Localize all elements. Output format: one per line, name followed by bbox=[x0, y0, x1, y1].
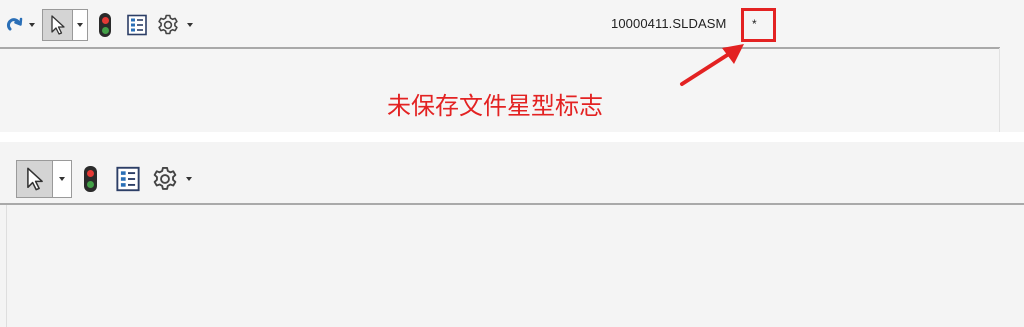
panel-gap bbox=[0, 132, 1024, 142]
rebuild-button[interactable] bbox=[88, 10, 122, 40]
select-arrow-icon bbox=[26, 167, 43, 191]
left-edge-line bbox=[6, 205, 7, 327]
options-list-icon bbox=[127, 14, 147, 36]
options-dropdown[interactable] bbox=[184, 10, 196, 40]
select-dropdown[interactable] bbox=[73, 10, 87, 40]
redo-icon bbox=[6, 17, 23, 31]
select-dropdown[interactable] bbox=[53, 161, 71, 197]
highlight-box bbox=[741, 8, 776, 42]
toolbar-bottom bbox=[16, 160, 196, 198]
chevron-down-icon bbox=[186, 177, 192, 181]
traffic-light-icon bbox=[83, 166, 97, 192]
file-properties-button[interactable] bbox=[122, 10, 152, 40]
toolbar-divider-top bbox=[0, 47, 1000, 49]
options-list-icon bbox=[116, 166, 140, 192]
document-title: 10000411.SLDASM bbox=[611, 16, 727, 31]
chevron-down-icon bbox=[77, 23, 83, 27]
annotation-arrow bbox=[680, 44, 744, 86]
select-button[interactable] bbox=[43, 10, 73, 40]
right-edge-line bbox=[999, 48, 1000, 132]
select-tool-group bbox=[16, 160, 72, 198]
redo-button[interactable] bbox=[4, 10, 26, 40]
toolbar-divider-bottom bbox=[0, 203, 1024, 205]
rebuild-button[interactable] bbox=[72, 161, 108, 197]
chevron-down-icon bbox=[187, 23, 193, 27]
gear-icon bbox=[158, 14, 178, 35]
redo-dropdown[interactable] bbox=[26, 10, 38, 40]
traffic-light-icon bbox=[99, 13, 111, 37]
toolbar-top bbox=[4, 8, 196, 42]
gear-icon bbox=[153, 166, 177, 190]
file-properties-button[interactable] bbox=[108, 161, 148, 197]
options-button[interactable] bbox=[148, 161, 182, 197]
select-arrow-icon bbox=[50, 15, 65, 35]
select-button[interactable] bbox=[17, 161, 53, 197]
chevron-down-icon bbox=[29, 23, 35, 27]
chevron-down-icon bbox=[59, 177, 65, 181]
options-dropdown[interactable] bbox=[182, 161, 196, 197]
annotation-label: 未保存文件星型标志 bbox=[387, 92, 603, 120]
options-button[interactable] bbox=[152, 10, 184, 40]
select-tool-group bbox=[42, 9, 88, 41]
